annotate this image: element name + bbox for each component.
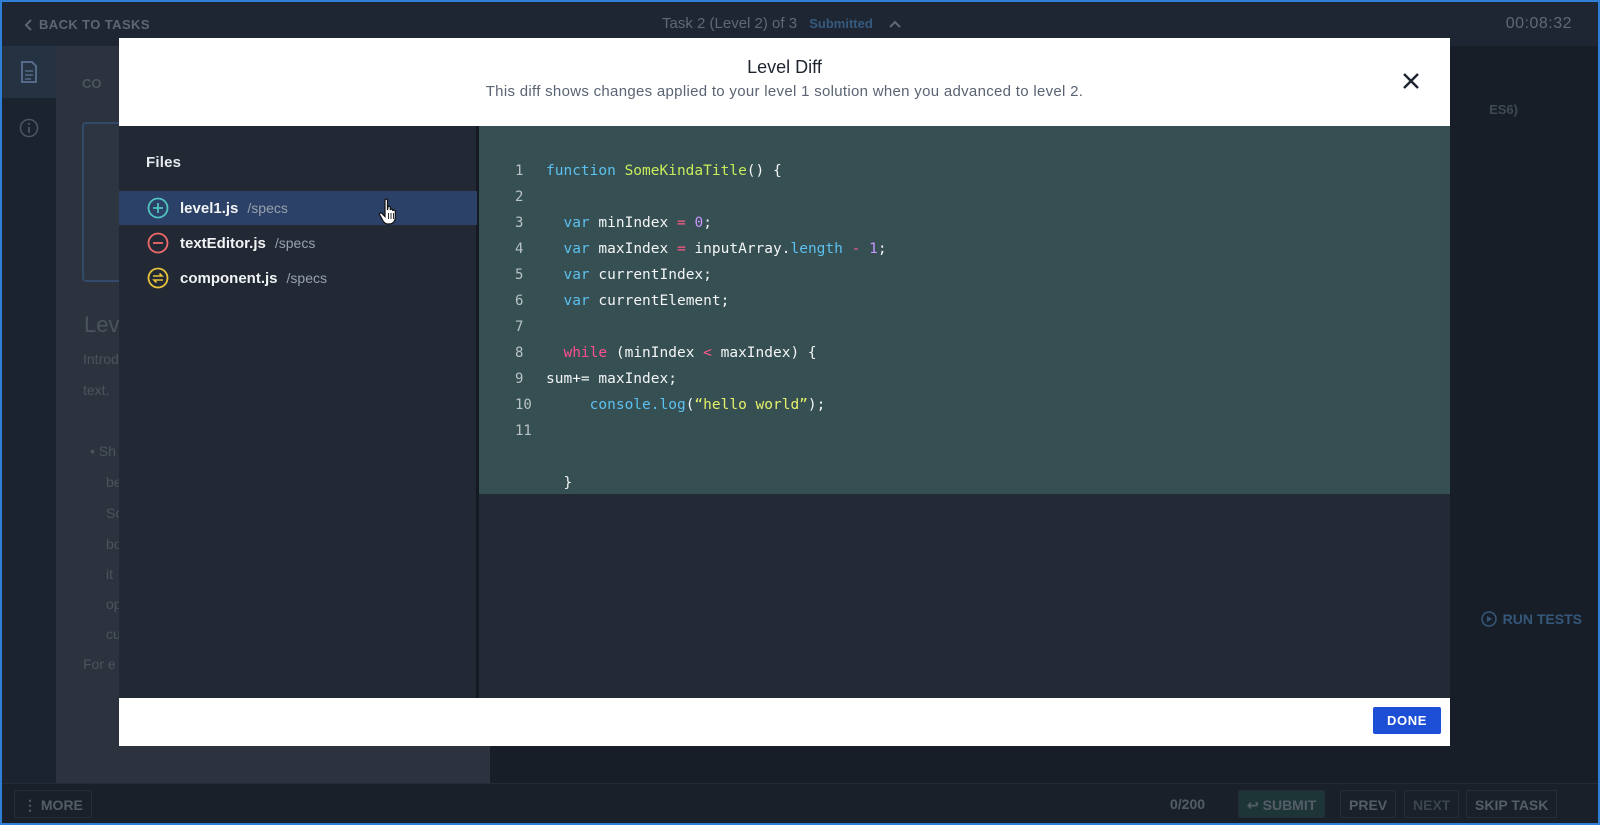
line-number: 3 bbox=[515, 215, 524, 231]
code-line: 10 console.log(“hello world”); bbox=[479, 392, 1450, 418]
files-heading: Files bbox=[146, 154, 182, 171]
plus-circle-icon bbox=[147, 197, 169, 219]
code-text: while (minIndex < maxIndex) { bbox=[563, 345, 817, 361]
file-item-texteditor[interactable]: textEditor.js /specs bbox=[119, 226, 477, 260]
modal-footer: DONE bbox=[119, 698, 1450, 746]
code-text: var currentElement; bbox=[563, 293, 730, 309]
file-name: component.js bbox=[180, 269, 278, 287]
close-icon bbox=[1403, 73, 1419, 89]
code-line: 7 bbox=[479, 314, 1450, 340]
diff-viewer[interactable]: 1 function SomeKindaTitle() { 2 3 var minIn… bbox=[479, 126, 1450, 698]
code-text: } bbox=[546, 475, 573, 491]
code-text: sum+= maxIndex; bbox=[546, 371, 677, 387]
hand-pointer-icon bbox=[378, 198, 396, 225]
done-button[interactable]: DONE bbox=[1373, 707, 1441, 734]
line-number: 6 bbox=[515, 293, 524, 309]
modal-title: Level Diff bbox=[747, 57, 822, 77]
code-line: 6 var currentElement; bbox=[479, 288, 1450, 314]
file-path: /specs bbox=[286, 270, 327, 286]
file-item-level1[interactable]: level1.js /specs bbox=[119, 191, 477, 225]
level-diff-modal: Level Diff This diff shows changes appli… bbox=[119, 38, 1450, 746]
line-number: 8 bbox=[515, 345, 524, 361]
files-sidebar: Files level1.js /specs textEditor.js /sp… bbox=[119, 126, 479, 698]
code-line: 4 var maxIndex = inputArray.length - 1; bbox=[479, 236, 1450, 262]
code-line: } bbox=[479, 470, 1450, 496]
code-text: var minIndex = 0; bbox=[563, 215, 712, 231]
line-number: 10 bbox=[515, 397, 532, 413]
line-number: 2 bbox=[515, 189, 524, 205]
line-number: 7 bbox=[515, 319, 524, 335]
code-line: 2 bbox=[479, 184, 1450, 210]
code-line: 3 var minIndex = 0; bbox=[479, 210, 1450, 236]
file-name: textEditor.js bbox=[180, 234, 266, 252]
modal-header: Level Diff This diff shows changes appli… bbox=[119, 38, 1450, 126]
line-number: 9 bbox=[515, 371, 524, 387]
modal-body: Files level1.js /specs textEditor.js /sp… bbox=[119, 126, 1450, 698]
file-path: /specs bbox=[274, 235, 316, 251]
code-line: 11 bbox=[479, 418, 1450, 444]
modal-subtitle: This diff shows changes applied to your … bbox=[485, 83, 1084, 100]
code-text: var currentIndex; bbox=[563, 267, 712, 283]
swap-circle-icon bbox=[147, 267, 169, 289]
code-text: var maxIndex = inputArray.length - 1; bbox=[563, 241, 887, 257]
line-number: 4 bbox=[515, 241, 524, 257]
line-number: 1 bbox=[515, 163, 524, 179]
added-code-block: 1 function SomeKindaTitle() { 2 3 var minIn… bbox=[479, 126, 1450, 494]
code-line: 9 sum+= maxIndex; bbox=[479, 366, 1450, 392]
code-line: 5 var currentIndex; bbox=[479, 262, 1450, 288]
close-button[interactable] bbox=[1400, 70, 1422, 92]
code-line: 1 function SomeKindaTitle() { bbox=[479, 158, 1450, 184]
line-number: 11 bbox=[515, 423, 532, 439]
file-name: level1.js bbox=[180, 199, 239, 217]
code-line: 8 while (minIndex < maxIndex) { bbox=[479, 340, 1450, 366]
line-number: 5 bbox=[515, 267, 524, 283]
file-path: /specs bbox=[247, 200, 288, 216]
code-text: console.log(“hello world”); bbox=[589, 397, 826, 413]
minus-circle-icon bbox=[147, 232, 169, 254]
file-item-component[interactable]: component.js /specs bbox=[119, 261, 477, 295]
code-text: function SomeKindaTitle() { bbox=[546, 163, 782, 179]
